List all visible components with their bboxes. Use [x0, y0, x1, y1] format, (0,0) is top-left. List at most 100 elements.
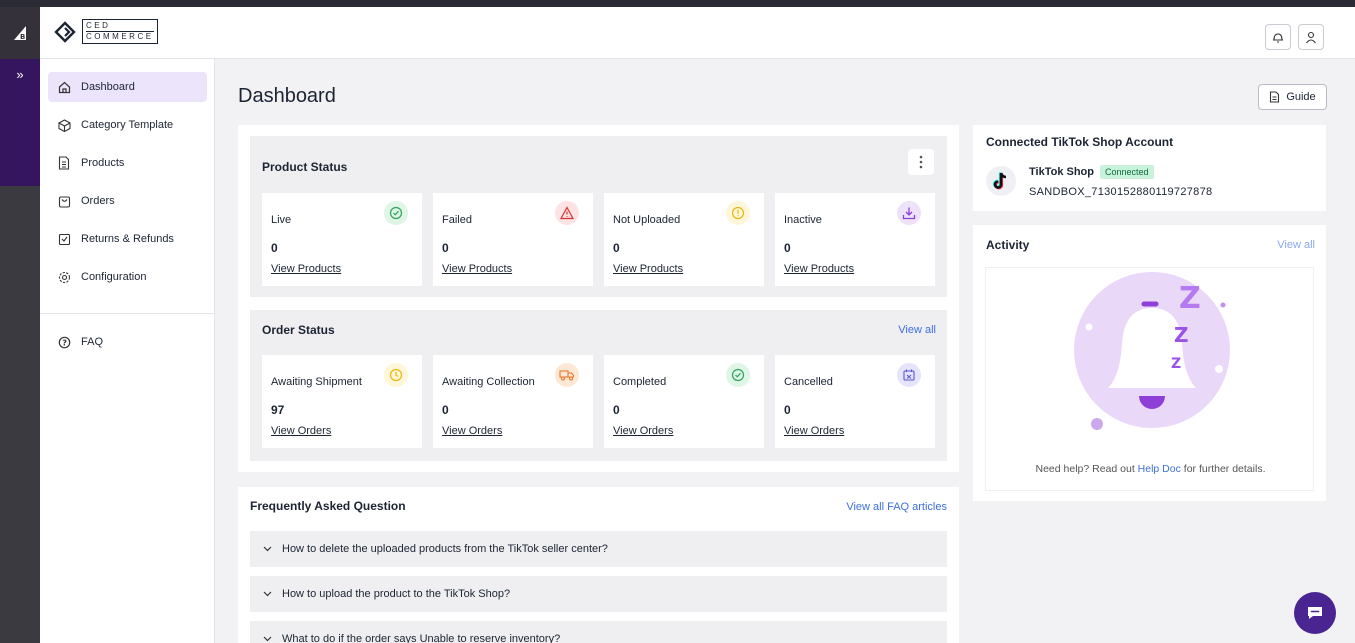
shop-id: SANDBOX_7130152880119727878: [1029, 186, 1213, 198]
order-card-awaiting-collection: Awaiting Collection 0 View Orders: [433, 355, 593, 448]
help-doc-link[interactable]: Help Doc: [1138, 463, 1181, 475]
status-card-inactive: Inactive 0 View Products: [775, 193, 935, 286]
check-circle-icon: [384, 201, 408, 225]
order-card-cancelled: Cancelled 0 View Orders: [775, 355, 935, 448]
activity-view-all-link[interactable]: View all: [1277, 239, 1315, 251]
sidebar-item-orders[interactable]: Orders: [48, 186, 207, 216]
order-card-completed: Completed 0 View Orders: [604, 355, 764, 448]
view-orders-link[interactable]: View Orders: [442, 425, 502, 437]
alert-circle-icon: [726, 201, 750, 225]
activity-panel: Activity View all Z Z Z Need help? Read …: [973, 225, 1326, 501]
view-products-link[interactable]: View Products: [613, 263, 683, 275]
download-icon: [897, 201, 921, 225]
chat-widget-button[interactable]: [1294, 592, 1336, 634]
view-orders-link[interactable]: View Orders: [784, 425, 844, 437]
gear-icon: [57, 270, 71, 284]
user-menu-button[interactable]: [1298, 24, 1324, 50]
guide-button[interactable]: Guide: [1258, 84, 1327, 110]
status-card-not-uploaded: Not Uploaded 0 View Products: [604, 193, 764, 286]
svg-text:Z: Z: [1174, 323, 1189, 347]
sleeping-bell-illustration: Z Z Z: [1074, 272, 1230, 430]
brand-wordmark: CED COMMERCE: [82, 19, 158, 44]
faq-item[interactable]: How to delete the uploaded products from…: [250, 531, 947, 567]
sidebar-item-dashboard[interactable]: Dashboard: [48, 72, 207, 102]
home-icon: [57, 80, 71, 94]
section-title: Product Status: [262, 160, 348, 174]
more-options-button[interactable]: [908, 149, 934, 175]
double-chevron-right-icon: »: [16, 67, 24, 82]
cube-icon: [57, 118, 71, 132]
chevron-down-icon: [263, 546, 272, 552]
page-title: Dashboard: [238, 85, 336, 107]
view-orders-link[interactable]: View Orders: [271, 425, 331, 437]
top-border: [0, 0, 1355, 7]
account-title: Connected TikTok Shop Account: [986, 135, 1174, 149]
expand-rail-button[interactable]: »: [0, 59, 40, 186]
sidebar-item-label: Returns & Refunds: [81, 233, 174, 245]
view-all-faq-link[interactable]: View all FAQ articles: [846, 501, 947, 513]
svg-text:Z: Z: [1171, 356, 1181, 372]
sidebar-item-label: FAQ: [81, 336, 104, 348]
sidebar: Dashboard Category Template Products Ord…: [40, 59, 215, 643]
sidebar-item-label: Orders: [81, 195, 115, 207]
faq-title: Frequently Asked Question: [250, 499, 406, 513]
help-icon: ?: [57, 335, 71, 349]
svg-text:?: ?: [62, 338, 67, 347]
sidebar-item-label: Configuration: [81, 271, 147, 283]
view-products-link[interactable]: View Products: [442, 263, 512, 275]
shop-name-row: TikTok Shop Connected: [1029, 165, 1154, 179]
main-content: Dashboard Guide Product Status Live 0 Vi…: [215, 59, 1355, 643]
document-icon: [1270, 91, 1280, 103]
chevron-down-icon: [263, 591, 272, 597]
view-orders-link[interactable]: View Orders: [613, 425, 673, 437]
faq-item[interactable]: What to do if the order says Unable to r…: [250, 621, 947, 643]
sidebar-item-label: Category Template: [81, 119, 174, 131]
sidebar-item-label: Products: [81, 157, 125, 169]
chat-icon: [1308, 607, 1322, 619]
order-card-awaiting-shipment: Awaiting Shipment 97 View Orders: [262, 355, 422, 448]
order-status-section: Order Status View all Awaiting Shipment …: [250, 310, 947, 461]
kebab-icon: [919, 155, 923, 169]
sidebar-item-category-template[interactable]: Category Template: [48, 110, 207, 140]
chevron-down-icon: [263, 636, 272, 642]
bigcommerce-logo[interactable]: B: [0, 7, 40, 59]
diamond-logo-icon: [54, 20, 76, 43]
user-icon: [1306, 31, 1316, 43]
cancelled-box-icon: [897, 363, 921, 387]
shop-name: TikTok Shop: [1029, 166, 1094, 178]
check-circle-icon: [726, 363, 750, 387]
bag-icon: [57, 194, 71, 208]
notifications-button[interactable]: [1265, 24, 1291, 50]
faq-panel: Frequently Asked Question View all FAQ a…: [238, 487, 959, 643]
status-card-live: Live 0 View Products: [262, 193, 422, 286]
top-bar: CED COMMERCE: [40, 7, 1355, 59]
warning-triangle-icon: [555, 201, 579, 225]
document-icon: [57, 156, 71, 170]
connected-account-panel: Connected TikTok Shop Account TikTok Sho…: [973, 125, 1326, 211]
section-title: Order Status: [262, 323, 335, 337]
activity-title: Activity: [986, 238, 1030, 252]
svg-text:B: B: [20, 33, 25, 41]
status-card-failed: Failed 0 View Products: [433, 193, 593, 286]
bell-icon: [1273, 32, 1283, 43]
delivery-truck-icon: [555, 363, 579, 387]
status-badge: Connected: [1100, 165, 1154, 179]
sidebar-divider: [40, 313, 215, 314]
order-status-view-all-link[interactable]: View all: [898, 324, 936, 336]
clock-icon: [384, 363, 408, 387]
svg-text:Z: Z: [1179, 281, 1201, 316]
product-status-section: Product Status Live 0 View Products Fail…: [250, 136, 947, 297]
cedcommerce-logo[interactable]: CED COMMERCE: [54, 19, 158, 44]
sidebar-item-returns-refunds[interactable]: Returns & Refunds: [48, 224, 207, 254]
sidebar-item-label: Dashboard: [81, 81, 135, 93]
view-products-link[interactable]: View Products: [271, 263, 341, 275]
sidebar-item-faq[interactable]: ? FAQ: [48, 327, 207, 357]
status-panel: Product Status Live 0 View Products Fail…: [238, 125, 959, 472]
help-text: Need help? Read out Help Doc for further…: [1035, 463, 1266, 475]
app-rail: B »: [0, 7, 40, 643]
return-icon: [57, 232, 71, 246]
sidebar-item-products[interactable]: Products: [48, 148, 207, 178]
faq-item[interactable]: How to upload the product to the TikTok …: [250, 576, 947, 612]
view-products-link[interactable]: View Products: [784, 263, 854, 275]
sidebar-item-configuration[interactable]: Configuration: [48, 262, 207, 292]
